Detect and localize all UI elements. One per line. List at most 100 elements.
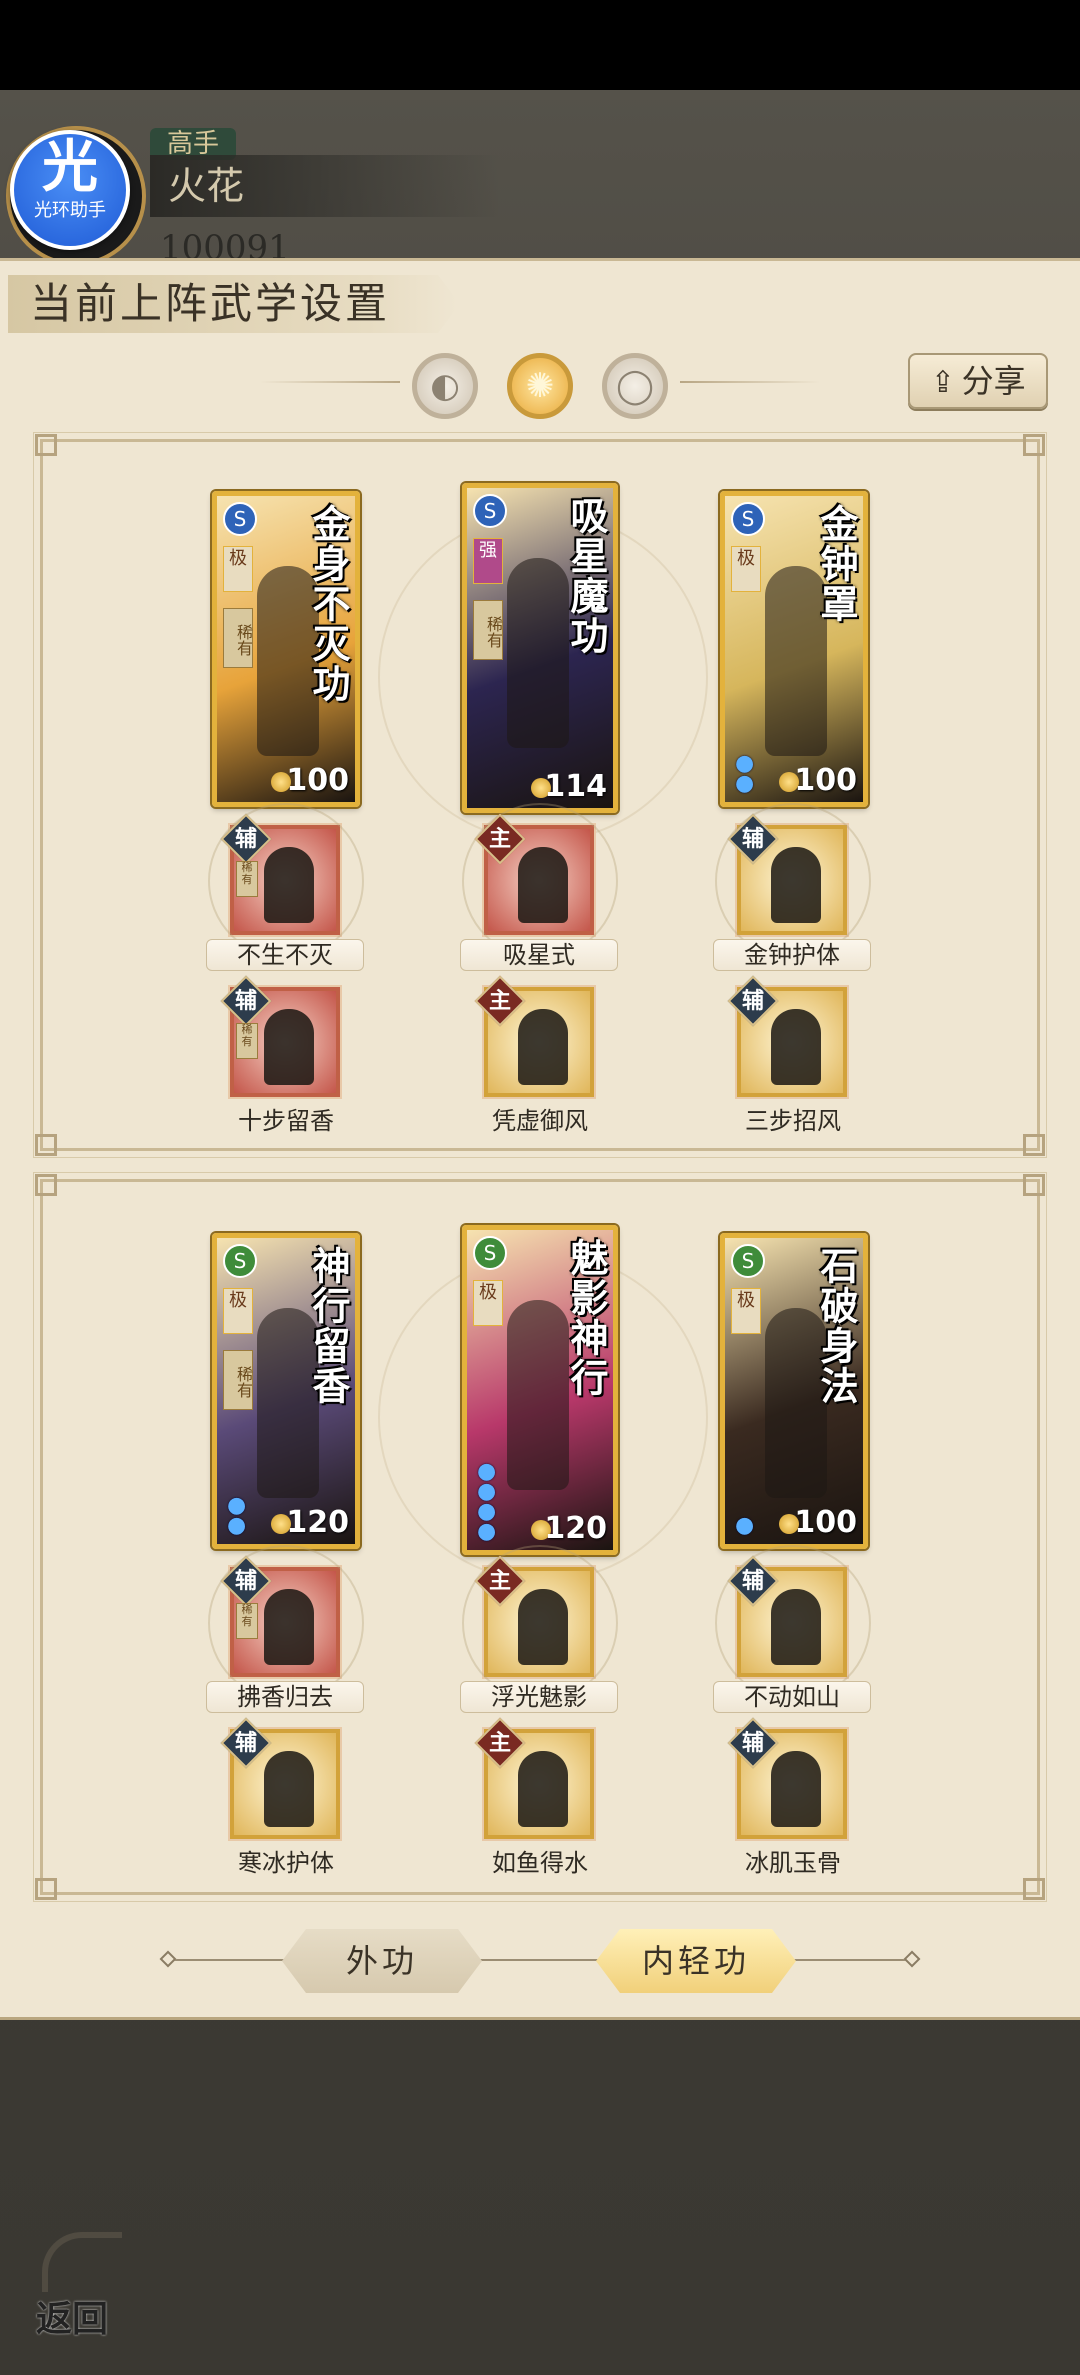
rarity-tag: 稀有 xyxy=(223,1350,253,1410)
grade-tag: 极 xyxy=(731,546,761,592)
skill-name: 十步留香 xyxy=(238,1107,334,1135)
water-drop-icon: ● ● ● ● xyxy=(477,1459,497,1544)
skill-card[interactable]: S 极稀有 金身不灭功 100 xyxy=(212,491,360,807)
card-cost: 100 xyxy=(794,1505,857,1540)
skill-type-label: 主 xyxy=(488,1730,511,1756)
skill-figure-icon xyxy=(518,1589,568,1665)
skill-tile[interactable]: 辅稀有 xyxy=(208,1545,364,1701)
skill-name: 拂香归去 xyxy=(206,1681,364,1713)
tab-waigong[interactable]: 外功 xyxy=(282,1929,482,1993)
skill-name: 不生不灭 xyxy=(206,939,364,971)
skill-figure-icon xyxy=(518,1751,568,1827)
skill-tile[interactable]: 辅 xyxy=(715,803,871,959)
card-cost: 114 xyxy=(544,769,607,804)
skill-name: 冰肌玉骨 xyxy=(745,1849,841,1877)
skill-tile[interactable]: 辅 xyxy=(715,1545,871,1701)
school-badge-icon: S xyxy=(223,1244,257,1278)
card-title: 神行留香 xyxy=(306,1246,351,1406)
skill-tile[interactable]: 辅稀有 xyxy=(208,803,364,959)
skill-tile[interactable]: 辅稀有 xyxy=(220,975,340,1097)
skill-tile[interactable]: 主 xyxy=(474,975,594,1097)
skill-tile[interactable]: 主 xyxy=(462,803,618,959)
skill-type-label: 辅 xyxy=(234,826,257,852)
rarity-tag: 稀有 xyxy=(223,608,253,668)
skill-type-label: 辅 xyxy=(234,988,257,1014)
eclipse-icon[interactable]: ◯ xyxy=(602,353,668,419)
skill-tile[interactable]: 辅 xyxy=(727,1717,847,1839)
skill-card[interactable]: S 极 石破身法 ● 100 xyxy=(720,1233,868,1549)
back-label: 返回 xyxy=(36,2298,109,2340)
water-drop-icon: ● ● xyxy=(227,1493,247,1538)
skill-tile[interactable]: 辅 xyxy=(220,1717,340,1839)
card-cost: 100 xyxy=(286,763,349,798)
tab-neiqinggong-label: 内轻功 xyxy=(641,1942,750,1980)
panel-title: 当前上阵武学设置 xyxy=(8,275,458,333)
skill-name: 金钟护体 xyxy=(713,939,871,971)
skill-figure-icon xyxy=(264,1589,314,1665)
skill-card[interactable]: S 强稀有 吸星魔功 114 xyxy=(462,483,618,813)
school-badge-icon: S xyxy=(473,494,507,528)
skill-rarity-tag: 稀有 xyxy=(236,861,258,897)
skill-figure-icon xyxy=(771,1751,821,1827)
skill-type-label: 主 xyxy=(488,988,511,1014)
skill-tile[interactable]: 辅 xyxy=(727,975,847,1097)
sun-icon[interactable]: ✺ xyxy=(507,353,573,419)
tabs-divider xyxy=(159,1950,921,1968)
skill-type-label: 辅 xyxy=(741,1730,764,1756)
skill-card[interactable]: S 极 金钟罩 ● ● 100 xyxy=(720,491,868,807)
skill-rarity-tag: 稀有 xyxy=(236,1023,258,1059)
skill-figure-icon xyxy=(518,1009,568,1085)
card-title: 吸星魔功 xyxy=(564,496,609,656)
skill-type-label: 主 xyxy=(488,826,511,852)
skill-type-label: 辅 xyxy=(741,1568,764,1594)
assistant-glyph: 光 xyxy=(42,135,98,200)
card-title: 石破身法 xyxy=(814,1246,859,1406)
skill-name: 凭虚御风 xyxy=(492,1107,588,1135)
skill-name: 不动如山 xyxy=(713,1681,871,1713)
skill-card[interactable]: S 极 魅影神行 ● ● ● ● 120 xyxy=(462,1225,618,1555)
card-cost: 100 xyxy=(794,763,857,798)
share-icon: ⇪ xyxy=(930,365,956,400)
skill-name: 寒冰护体 xyxy=(238,1849,334,1877)
assistant-label: 光环助手 xyxy=(34,200,106,221)
grade-tag: 极 xyxy=(731,1288,761,1334)
mode-divider-left xyxy=(260,381,400,383)
skill-tile[interactable]: 主 xyxy=(474,1717,594,1839)
martial-arts-panel: 当前上阵武学设置 ◐ ✺ ◯ ⇪ 分享 S 极稀有 金身不灭功 100 S 强稀有 吸星魔功 1… xyxy=(0,258,1080,2020)
skill-name: 浮光魅影 xyxy=(460,1681,618,1713)
player-name: 火花 xyxy=(150,155,500,217)
share-button[interactable]: ⇪ 分享 xyxy=(908,353,1048,409)
skill-name: 吸星式 xyxy=(460,939,618,971)
skill-figure-icon xyxy=(264,1009,314,1085)
card-title: 魅影神行 xyxy=(564,1238,609,1398)
grade-tag: 极 xyxy=(223,1288,253,1334)
back-button[interactable]: 返回 xyxy=(30,2232,140,2342)
skill-figure-icon xyxy=(771,847,821,923)
tab-waigong-label: 外功 xyxy=(345,1942,418,1980)
back-arrow-icon xyxy=(42,2232,122,2292)
school-badge-icon: S xyxy=(223,502,257,536)
skill-type-label: 辅 xyxy=(741,988,764,1014)
skill-figure-icon xyxy=(771,1009,821,1085)
skill-rarity-tag: 稀有 xyxy=(236,1603,258,1639)
tab-neiqinggong[interactable]: 内轻功 xyxy=(596,1929,796,1993)
skill-type-label: 主 xyxy=(488,1568,511,1594)
grade-tag: 极 xyxy=(223,546,253,592)
card-cost: 120 xyxy=(544,1511,607,1546)
skill-figure-icon xyxy=(264,1751,314,1827)
status-bar xyxy=(0,0,1080,90)
skill-name: 如鱼得水 xyxy=(492,1849,588,1877)
assistant-overlay-button[interactable]: 光 光环助手 xyxy=(10,130,130,250)
card-cost: 120 xyxy=(286,1505,349,1540)
school-badge-icon: S xyxy=(473,1236,507,1270)
water-drop-icon: ● ● xyxy=(735,751,755,796)
character-figure xyxy=(507,1300,569,1490)
skill-tile[interactable]: 主 xyxy=(462,1545,618,1701)
share-label: 分享 xyxy=(961,362,1026,400)
mode-divider-right xyxy=(680,381,820,383)
skill-card[interactable]: S 极稀有 神行留香 ● ● 120 xyxy=(212,1233,360,1549)
moon-icon[interactable]: ◐ xyxy=(412,353,478,419)
skill-name: 三步招风 xyxy=(745,1107,841,1135)
skill-type-label: 辅 xyxy=(234,1568,257,1594)
character-figure xyxy=(507,558,569,748)
